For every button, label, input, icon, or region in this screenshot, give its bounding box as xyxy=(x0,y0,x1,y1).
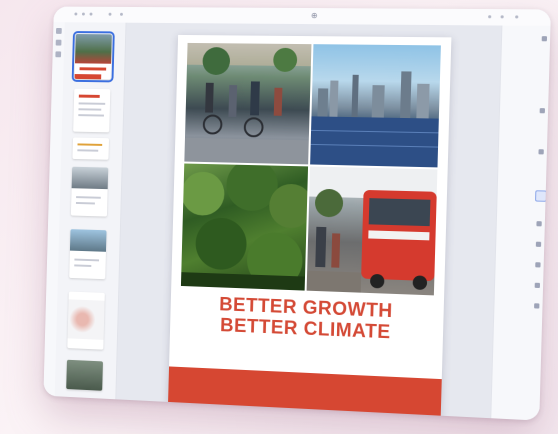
forest-art xyxy=(180,163,309,291)
thumbnail-page-2[interactable] xyxy=(73,88,111,133)
tool-icon[interactable] xyxy=(538,149,544,155)
right-tool-panel xyxy=(490,25,551,421)
undo-icon[interactable] xyxy=(81,12,85,16)
tool-icon[interactable] xyxy=(119,12,123,16)
tablet-device: ⊕ BETTER GROWTH BETTER CLIMATE xyxy=(43,6,551,421)
city-skyline-photo xyxy=(310,44,441,168)
street-photo xyxy=(184,42,312,165)
cover-page[interactable]: BETTER GROWTH BETTER CLIMATE xyxy=(168,34,452,418)
bookmark-icon[interactable] xyxy=(55,51,62,58)
search-icon[interactable] xyxy=(55,39,62,46)
tool-icon[interactable] xyxy=(536,221,542,227)
thumbnail-text-line xyxy=(78,114,104,117)
thumbnail-text-line xyxy=(77,149,99,152)
page-thumbnails-panel xyxy=(54,22,127,400)
red-bus-photo xyxy=(306,166,438,296)
zoom-icon[interactable]: ⊕ xyxy=(310,11,318,20)
thumbnail-image xyxy=(71,166,109,190)
thumbnail-title-bar xyxy=(79,67,107,71)
tool-icon[interactable] xyxy=(535,262,541,268)
thumbnail-page-1[interactable] xyxy=(71,31,115,83)
thumbnail-text-line xyxy=(75,201,95,205)
redo-icon[interactable] xyxy=(89,12,93,16)
thumbnail-footer-band xyxy=(74,74,102,80)
pages-icon[interactable] xyxy=(55,27,62,34)
thumbnail-text-line xyxy=(78,102,106,105)
thumbnail-text-line xyxy=(74,258,100,262)
thumbnail-text-line xyxy=(78,108,102,111)
thumbnail-page-5[interactable] xyxy=(69,229,107,280)
menu-icon[interactable] xyxy=(74,12,78,16)
thumbnail-image xyxy=(74,34,112,64)
thumbnail-page-6[interactable] xyxy=(67,291,105,350)
red-bus-art xyxy=(306,166,438,293)
document-canvas: BETTER GROWTH BETTER CLIMATE xyxy=(116,22,503,419)
more-icon[interactable] xyxy=(500,15,504,19)
street-photo-art xyxy=(184,42,312,165)
thumbnail-page-3[interactable] xyxy=(72,137,110,160)
thumbnail-text-line xyxy=(76,196,101,199)
thumbnail-image xyxy=(66,359,103,391)
tool-icon[interactable] xyxy=(534,303,540,309)
tool-icon[interactable] xyxy=(535,241,542,247)
tool-icon[interactable] xyxy=(534,282,541,289)
city-skyline-art xyxy=(310,71,441,168)
thumbnail-text-line xyxy=(77,143,103,146)
thumbnail-page-4[interactable] xyxy=(70,166,109,217)
tool-icon[interactable] xyxy=(541,36,548,42)
cover-footer-band xyxy=(168,366,442,418)
thumbnail-map xyxy=(67,299,105,340)
settings-icon[interactable] xyxy=(515,15,519,19)
tool-icon[interactable] xyxy=(108,12,112,16)
share-icon[interactable] xyxy=(488,15,492,19)
thumbnail-heading xyxy=(78,94,100,98)
thumbnail-image xyxy=(69,229,107,252)
tool-icon[interactable] xyxy=(539,108,546,114)
app-screen: ⊕ BETTER GROWTH BETTER CLIMATE xyxy=(43,6,551,421)
thumbnail-page-7[interactable] xyxy=(66,359,103,391)
highlight-tool-icon[interactable] xyxy=(535,190,547,202)
thumbnail-text-line xyxy=(74,264,92,267)
forest-photo xyxy=(180,163,309,291)
